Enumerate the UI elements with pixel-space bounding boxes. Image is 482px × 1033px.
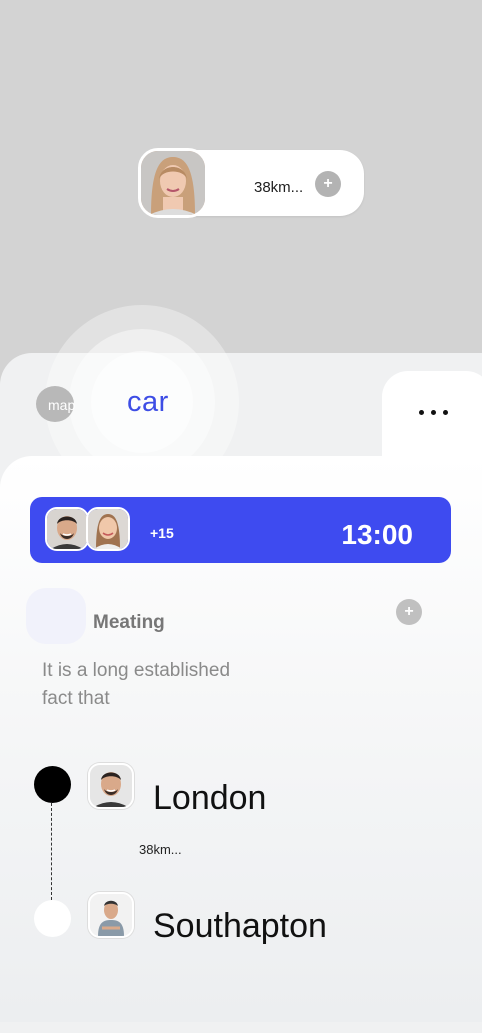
route-stop-origin[interactable]: London xyxy=(153,779,266,818)
event-title: Meating xyxy=(93,612,165,633)
map-mode-label[interactable]: map xyxy=(48,397,75,413)
route-distance: 38km... xyxy=(139,842,182,857)
group-time-banner[interactable]: +15 13:00 xyxy=(30,497,451,563)
route-end-dot xyxy=(34,900,71,937)
plus-icon[interactable]: + xyxy=(315,171,341,197)
car-mode-label[interactable]: car xyxy=(127,386,169,419)
event-description: It is a long established fact that xyxy=(42,660,231,709)
more-dots-icon[interactable] xyxy=(418,410,450,416)
event-icon xyxy=(26,588,86,644)
extra-participants-count: +15 xyxy=(150,525,174,541)
driver-avatar xyxy=(138,148,208,218)
driver-location-card[interactable]: 38km... + xyxy=(138,148,364,218)
route-start-dot xyxy=(34,766,71,803)
meeting-time: 13:00 xyxy=(341,519,413,550)
avatar xyxy=(88,763,134,809)
route-line xyxy=(51,803,52,900)
avatar xyxy=(88,892,134,938)
avatar xyxy=(86,507,130,551)
driver-distance: 38km... xyxy=(254,179,304,196)
avatar xyxy=(45,507,89,551)
route-stop-destination[interactable]: Southapton xyxy=(153,907,327,946)
plus-icon[interactable]: + xyxy=(396,599,422,625)
